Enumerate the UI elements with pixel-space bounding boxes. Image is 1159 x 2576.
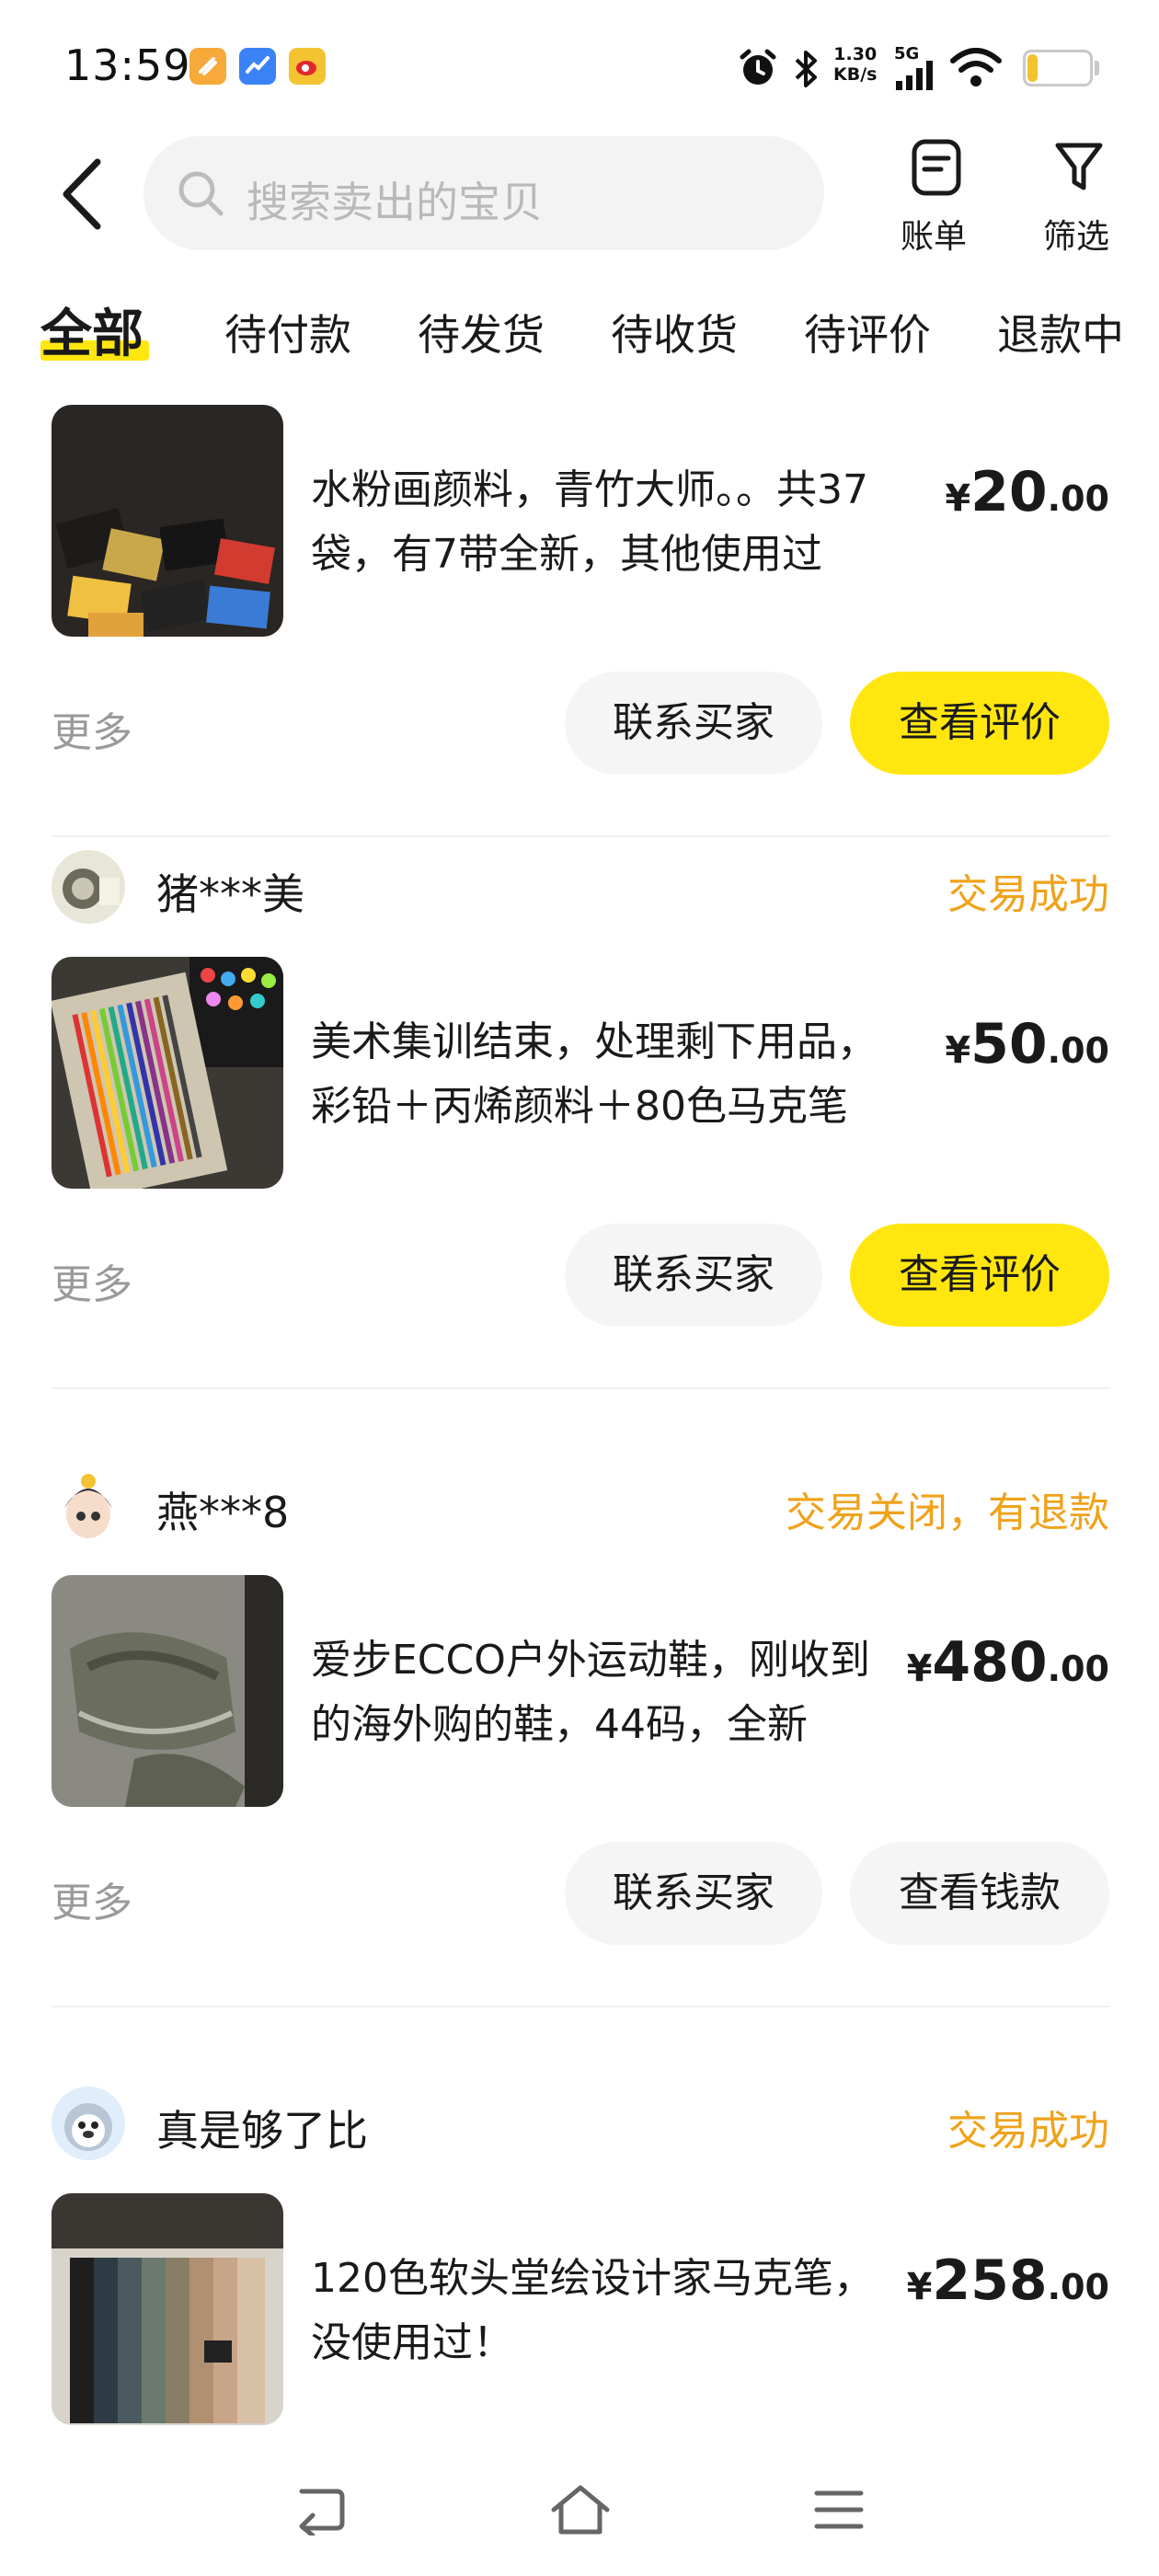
price-decimal: .00 bbox=[1047, 1030, 1109, 1071]
order-card: 燕***8 交易关闭，有退款 爱步ECCO户外运动鞋，刚收到的海外购的鞋，44码… bbox=[0, 1463, 1159, 2081]
price-currency: ¥ bbox=[945, 477, 971, 520]
tab-pending-receipt[interactable]: 待收货 bbox=[611, 302, 738, 362]
filter-icon bbox=[1055, 143, 1103, 190]
more-button[interactable]: 更多 bbox=[52, 1869, 132, 1928]
tab-all[interactable]: 全部 bbox=[40, 293, 143, 367]
bill-label: 账单 bbox=[900, 218, 967, 256]
view-review-button[interactable]: 查看评价 bbox=[850, 1224, 1109, 1327]
order-card: 猪***美 交易成功 美术集训结束，处理剩下用品，彩铅＋丙烯颜料＋80色马克笔 … bbox=[0, 845, 1159, 1463]
product-image bbox=[52, 2193, 283, 2425]
battery-tip bbox=[1095, 61, 1099, 75]
contact-buyer-button[interactable]: 联系买家 bbox=[565, 672, 822, 775]
system-nav-bar bbox=[0, 2447, 1159, 2576]
order-actions: 更多 联系买家 查看评价 bbox=[52, 672, 1109, 775]
tab-pending-payment[interactable]: 待付款 bbox=[224, 302, 351, 362]
order-actions: 更多 联系买家 查看评价 bbox=[52, 1224, 1109, 1327]
tab-pending-review[interactable]: 待评价 bbox=[804, 302, 931, 362]
notification-app-icon-blue bbox=[239, 48, 276, 85]
product-title: 美术集训结束，处理剩下用品，彩铅＋丙烯颜料＋80色马克笔 bbox=[311, 1018, 878, 1130]
search-icon bbox=[178, 171, 224, 216]
product-title: 水粉画颜料，青竹大师。。共37袋，有7带全新，其他使用过 bbox=[311, 466, 868, 578]
buyer-avatar bbox=[52, 1468, 125, 1542]
product-image bbox=[52, 957, 283, 1189]
order-status: 交易关闭，有退款 bbox=[786, 1489, 1109, 1536]
filter-label: 筛选 bbox=[1042, 218, 1109, 256]
buyer-row[interactable]: 燕***8 交易关闭，有退款 bbox=[52, 1463, 1109, 1546]
tab-pending-shipment[interactable]: 待发货 bbox=[418, 302, 545, 362]
more-button[interactable]: 更多 bbox=[52, 1251, 132, 1310]
status-bar: 13:59 1.30 KB/s 5G 16 bbox=[0, 0, 1159, 138]
price-currency: ¥ bbox=[906, 2266, 933, 2308]
product-price: ¥20.00 bbox=[945, 460, 1109, 524]
filter-button[interactable]: 筛选 bbox=[1026, 138, 1127, 258]
buyer-avatar bbox=[52, 2087, 125, 2160]
search-input[interactable]: 搜索卖出的宝贝 bbox=[143, 136, 824, 250]
price-integer: 480 bbox=[932, 1630, 1048, 1695]
network-speed: 1.30 KB/s bbox=[833, 44, 877, 85]
buyer-name: 燕***8 bbox=[156, 1488, 290, 1537]
product-image bbox=[52, 1575, 283, 1807]
bluetooth-icon bbox=[795, 51, 817, 87]
price-currency: ¥ bbox=[945, 1029, 971, 1072]
search-placeholder: 搜索卖出的宝贝 bbox=[247, 178, 543, 227]
order-card: 真是够了比 交易成功 120色软头堂绘设计家马克笔，没使用过！ ¥258.00 bbox=[0, 2081, 1159, 2443]
wifi-icon bbox=[950, 48, 1002, 86]
network-speed-value: 1.30 bbox=[833, 44, 878, 64]
status-time: 13:59 bbox=[64, 40, 191, 90]
order-actions: 更多 联系买家 查看钱款 bbox=[52, 1842, 1109, 1945]
signal-icon bbox=[896, 61, 933, 90]
buyer-name: 真是够了比 bbox=[156, 2106, 368, 2156]
product-title: 爱步ECCO户外运动鞋，刚收到的海外购的鞋，44码，全新 bbox=[311, 1637, 870, 1748]
buyer-name: 猪***美 bbox=[156, 869, 304, 919]
order-product[interactable]: 美术集训结束，处理剩下用品，彩铅＋丙烯颜料＋80色马克笔 ¥50.00 bbox=[52, 957, 1109, 1189]
view-review-button[interactable]: 查看评价 bbox=[850, 672, 1109, 775]
menu-nav-icon[interactable] bbox=[813, 2484, 865, 2536]
price-integer: 20 bbox=[970, 460, 1048, 524]
order-status: 交易成功 bbox=[947, 2108, 1109, 2155]
order-product[interactable]: 120色软头堂绘设计家马克笔，没使用过！ ¥258.00 bbox=[52, 2193, 1109, 2425]
price-decimal: .00 bbox=[1047, 478, 1109, 519]
product-title: 120色软头堂绘设计家马克笔，没使用过！ bbox=[311, 2255, 874, 2366]
order-product[interactable]: 爱步ECCO户外运动鞋，刚收到的海外购的鞋，44码，全新 ¥480.00 bbox=[52, 1575, 1109, 1807]
back-nav-icon[interactable] bbox=[293, 2484, 348, 2536]
price-decimal: .00 bbox=[1047, 1649, 1109, 1689]
back-arrow-icon[interactable] bbox=[55, 153, 110, 236]
order-status: 交易成功 bbox=[947, 871, 1109, 918]
buyer-row[interactable]: 真是够了比 交易成功 bbox=[52, 2081, 1109, 2164]
product-image bbox=[52, 405, 283, 637]
order-tabs: 全部 待付款 待发货 待收货 待评价 退款中 bbox=[0, 293, 1159, 375]
buyer-row[interactable]: 猪***美 交易成功 bbox=[52, 845, 1109, 927]
price-integer: 50 bbox=[970, 1012, 1048, 1076]
divider bbox=[52, 835, 1109, 837]
battery-icon: 16 bbox=[1023, 50, 1093, 86]
order-list: 水粉画颜料，青竹大师。。共37袋，有7带全新，其他使用过 ¥20.00 更多 联… bbox=[0, 405, 1159, 2443]
tab-refunding[interactable]: 退款中 bbox=[997, 302, 1124, 362]
notification-weibo-icon bbox=[289, 48, 326, 85]
contact-buyer-button[interactable]: 联系买家 bbox=[565, 1842, 822, 1945]
product-price: ¥480.00 bbox=[907, 1630, 1109, 1695]
battery-percent: 16 bbox=[1040, 53, 1075, 81]
bill-button[interactable]: 账单 bbox=[883, 138, 984, 258]
price-currency: ¥ bbox=[906, 1648, 933, 1690]
home-nav-icon[interactable] bbox=[548, 2484, 613, 2536]
product-price: ¥258.00 bbox=[907, 2248, 1109, 2313]
notification-app-icon-orange bbox=[189, 48, 226, 85]
view-funds-button[interactable]: 查看钱款 bbox=[850, 1842, 1109, 1945]
product-price: ¥50.00 bbox=[945, 1012, 1109, 1076]
price-decimal: .00 bbox=[1047, 2267, 1109, 2307]
price-integer: 258 bbox=[932, 2248, 1048, 2313]
divider bbox=[52, 2006, 1109, 2007]
order-product[interactable]: 水粉画颜料，青竹大师。。共37袋，有7带全新，其他使用过 ¥20.00 bbox=[52, 405, 1109, 637]
more-button[interactable]: 更多 bbox=[52, 699, 132, 758]
buyer-avatar bbox=[52, 850, 125, 924]
divider bbox=[52, 1387, 1109, 1389]
alarm-icon bbox=[740, 49, 776, 85]
order-card: 水粉画颜料，青竹大师。。共37袋，有7带全新，其他使用过 ¥20.00 更多 联… bbox=[0, 405, 1159, 911]
bill-icon bbox=[912, 139, 961, 196]
contact-buyer-button[interactable]: 联系买家 bbox=[565, 1224, 822, 1327]
network-speed-unit: KB/s bbox=[833, 64, 878, 85]
